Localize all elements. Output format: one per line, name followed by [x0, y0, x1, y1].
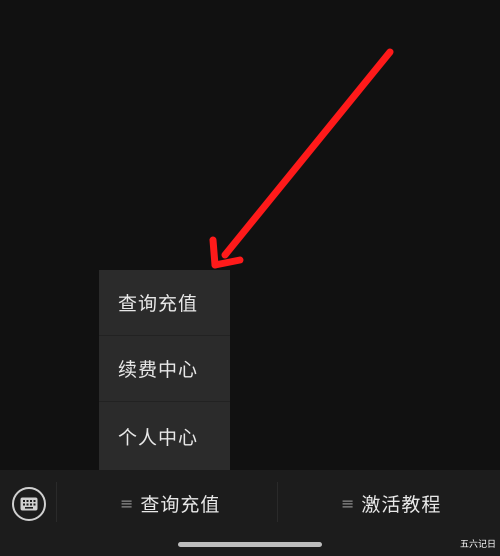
popup-item-label: 个人中心 [118, 426, 199, 449]
menu-lines-icon: ≡ [120, 493, 135, 513]
divider [56, 482, 57, 522]
menu-lines-icon: ≡ [341, 493, 356, 513]
keyboard-icon [20, 497, 38, 511]
popup-item-label: 查询充值 [118, 293, 199, 315]
tab-label: 查询充值 [140, 493, 221, 516]
home-indicator[interactable] [178, 542, 322, 547]
popup-item-label: 续费中心 [118, 359, 199, 381]
keyboard-toggle-button[interactable] [12, 487, 46, 521]
popup-item-personal-center[interactable]: 个人中心 [99, 402, 230, 470]
popup-menu: 查询充值 续费中心 个人中心 [99, 270, 230, 470]
tab-activation-tutorial[interactable]: ≡ 激活教程 [341, 488, 441, 518]
tab-query-recharge[interactable]: ≡ 查询充值 [120, 488, 220, 518]
watermark: 五六记日 [459, 540, 496, 550]
popup-item-renewal-center[interactable]: 续费中心 [99, 336, 230, 402]
tab-label: 激活教程 [361, 493, 442, 516]
popup-item-query-recharge[interactable]: 查询充值 [99, 270, 230, 336]
divider [277, 482, 278, 522]
